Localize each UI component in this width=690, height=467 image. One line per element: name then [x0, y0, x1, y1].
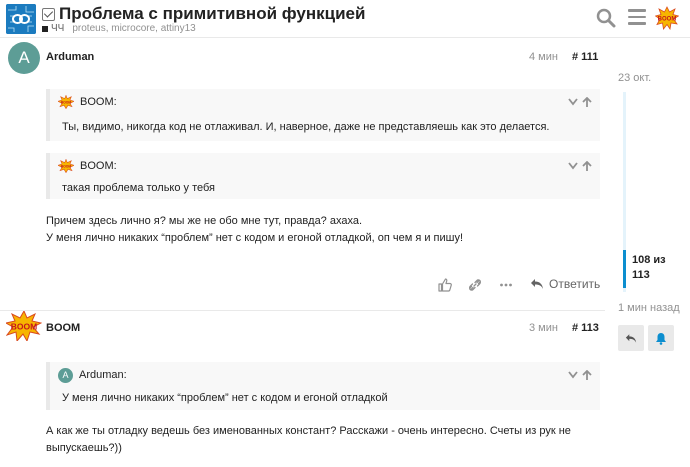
post-time[interactable]: 4 мин: [529, 51, 558, 63]
current-user-avatar[interactable]: BOOM: [654, 6, 680, 31]
quote-author: BOOM:: [80, 160, 117, 172]
boom-avatar[interactable]: BOOM: [4, 309, 43, 343]
quote-author: Arduman:: [79, 369, 127, 381]
reply-button[interactable]: Ответить: [530, 277, 600, 291]
topic-meta: ЧЧ proteus, microcore, attiny13: [42, 23, 196, 34]
category-link[interactable]: ЧЧ: [51, 23, 64, 34]
timeline-position-line: 113: [632, 269, 650, 281]
quote-text: Ты, видимо, никогда код не отлаживал. И,…: [62, 121, 550, 133]
quote-header[interactable]: BOOM BOOM:: [50, 89, 600, 115]
reply-icon: [625, 333, 637, 343]
hamburger-menu-icon[interactable]: [628, 9, 646, 27]
quote-text: У меня лично никаких “проблем” нет с код…: [62, 392, 388, 404]
quote-block: BOOM BOOM: такая проблема только у тебя: [46, 153, 600, 199]
quote-avatar: A: [58, 367, 73, 383]
post-body: Причем здесь лично я? мы же не обо мне т…: [46, 213, 596, 247]
search-icon[interactable]: [596, 8, 616, 28]
svg-text:BOOM: BOOM: [11, 322, 37, 332]
notifications-button[interactable]: [648, 325, 674, 351]
post-text-line: А как же ты отладку ведешь без именованн…: [46, 425, 571, 437]
quote-block: A Arduman: У меня лично никаких “проблем…: [46, 362, 600, 410]
site-logo[interactable]: [6, 4, 36, 34]
svg-text:BOOM: BOOM: [61, 100, 72, 104]
boom-avatar-icon: BOOM: [58, 159, 74, 173]
post-author[interactable]: BOOM: [46, 322, 80, 334]
post-number[interactable]: # 111: [572, 51, 598, 63]
more-options-icon[interactable]: [499, 278, 513, 292]
post-divider: [0, 310, 605, 311]
post-author[interactable]: Arduman: [46, 51, 94, 63]
svg-text:BOOM: BOOM: [658, 17, 677, 23]
quote-author: BOOM:: [80, 96, 117, 108]
post-text-line: выпускаешь?)): [46, 442, 122, 454]
post-number[interactable]: # 113: [572, 322, 599, 334]
post-time[interactable]: 3 мин: [529, 322, 558, 334]
site-header: Проблема с примитивной функцией ЧЧ prote…: [0, 0, 690, 38]
svg-text:BOOM: BOOM: [61, 164, 72, 168]
timeline-end-date[interactable]: 1 мин назад: [618, 302, 680, 314]
reply-label: Ответить: [549, 277, 601, 291]
timeline-position-line: 108 из: [632, 254, 666, 266]
post-text-line: У меня лично никаких “проблем” нет с код…: [46, 232, 464, 244]
chevron-down-icon[interactable]: [568, 371, 578, 379]
topic-title-row: Проблема с примитивной функцией: [42, 4, 365, 24]
like-icon[interactable]: [438, 278, 452, 292]
boom-avatar-icon: BOOM: [58, 95, 74, 109]
avatar[interactable]: A: [8, 42, 40, 74]
bell-icon: [656, 332, 666, 345]
timeline-position: 108 из 113: [632, 253, 666, 283]
post-body: А как же ты отладку ведешь без именованн…: [46, 423, 596, 457]
quote-block: BOOM BOOM: Ты, видимо, никогда код не от…: [46, 89, 600, 141]
post-text-line: Причем здесь лично я? мы же не обо мне т…: [46, 215, 363, 227]
timeline-reply-button[interactable]: [618, 325, 644, 351]
category-color-badge: [42, 25, 48, 32]
quote-text: такая проблема только у тебя: [62, 182, 216, 194]
quote-header[interactable]: BOOM BOOM:: [50, 153, 600, 179]
arrow-up-icon[interactable]: [582, 161, 592, 171]
link-icon[interactable]: [468, 278, 482, 292]
solved-check-icon: [42, 7, 55, 21]
reply-icon: [531, 279, 543, 289]
chevron-down-icon[interactable]: [568, 98, 578, 106]
arrow-up-icon[interactable]: [582, 370, 592, 380]
timeline-scroll-handle[interactable]: [623, 250, 626, 288]
tag-list[interactable]: proteus, microcore, attiny13: [72, 23, 195, 34]
arrow-up-icon[interactable]: [582, 97, 592, 107]
chevron-down-icon[interactable]: [568, 162, 578, 170]
topic-title[interactable]: Проблема с примитивной функцией: [59, 4, 365, 24]
quote-header[interactable]: A Arduman:: [50, 362, 600, 388]
timeline-start-date[interactable]: 23 окт.: [618, 72, 651, 84]
